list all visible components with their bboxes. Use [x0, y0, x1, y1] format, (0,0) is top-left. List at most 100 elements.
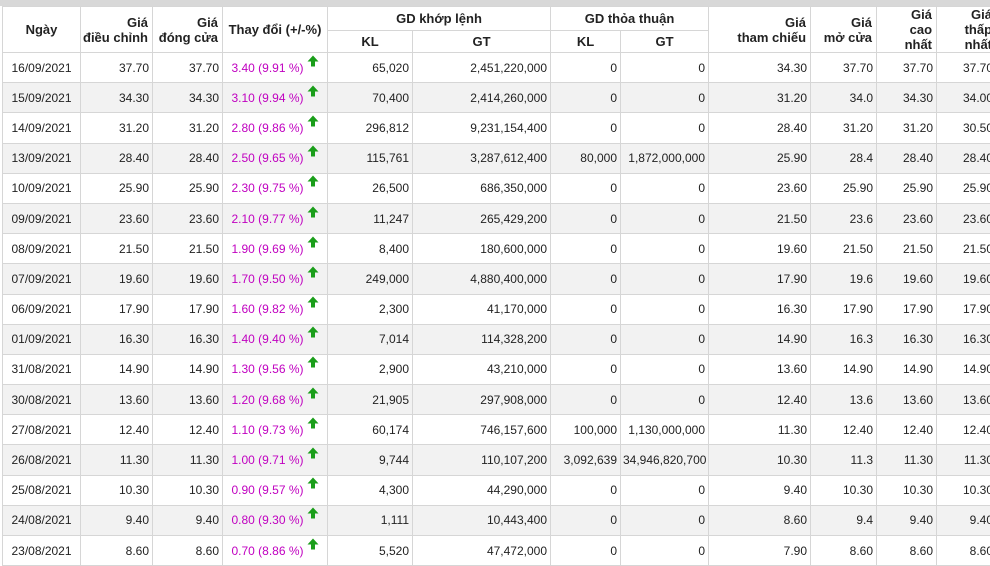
- adjusted-price-cell: 13.60: [81, 385, 153, 415]
- table-body: 16/09/202137.7037.703.40 (9.91 %)65,0202…: [3, 53, 990, 566]
- date-cell: 13/09/2021: [3, 143, 81, 173]
- header-close-price[interactable]: Giáđóng cửa: [153, 7, 223, 53]
- negotiated-volume-cell: 0: [551, 173, 621, 203]
- negotiated-volume-cell: 0: [551, 83, 621, 113]
- matched-value-cell: 297,908,000: [413, 385, 551, 415]
- change-value: 1.90 (9.69 %): [231, 242, 303, 256]
- header-matched-trades: GD khớp lệnh: [328, 7, 551, 31]
- open-price-cell: 17.90: [811, 294, 877, 324]
- table-row: 09/09/202123.6023.602.10 (9.77 %)11,2472…: [3, 203, 990, 233]
- matched-value-cell: 180,600,000: [413, 234, 551, 264]
- reference-price-cell: 10.30: [709, 445, 811, 475]
- negotiated-volume-cell: 0: [551, 113, 621, 143]
- header-negotiated-trades: GD thỏa thuận: [551, 7, 709, 31]
- change-cell: 3.40 (9.91 %): [223, 53, 328, 83]
- green-up-arrow-icon: [307, 356, 319, 368]
- matched-volume-cell: 296,812: [328, 113, 413, 143]
- low-price-cell: 28.40: [937, 143, 990, 173]
- change-cell: 1.90 (9.69 %): [223, 234, 328, 264]
- header-matched-value[interactable]: GT: [413, 30, 551, 52]
- negotiated-value-cell: 0: [621, 294, 709, 324]
- negotiated-volume-cell: 0: [551, 294, 621, 324]
- open-price-cell: 14.90: [811, 354, 877, 384]
- green-up-arrow-icon: [307, 326, 319, 338]
- header-change[interactable]: Thay đổi (+/-%): [223, 7, 328, 53]
- high-price-cell: 21.50: [877, 234, 937, 264]
- close-price-cell: 37.70: [153, 53, 223, 83]
- change-value: 1.10 (9.73 %): [231, 423, 303, 437]
- matched-value-cell: 44,290,000: [413, 475, 551, 505]
- matched-volume-cell: 70,400: [328, 83, 413, 113]
- header-adjusted-price[interactable]: Giáđiều chỉnh: [81, 7, 153, 53]
- green-up-arrow-icon: [307, 387, 319, 399]
- matched-volume-cell: 2,300: [328, 294, 413, 324]
- low-price-cell: 13.60: [937, 385, 990, 415]
- header-high-price[interactable]: Giácao nhất: [877, 7, 937, 53]
- open-price-cell: 23.6: [811, 203, 877, 233]
- high-price-cell: 17.90: [877, 294, 937, 324]
- table-row: 14/09/202131.2031.202.80 (9.86 %)296,812…: [3, 113, 990, 143]
- close-price-cell: 11.30: [153, 445, 223, 475]
- matched-volume-cell: 26,500: [328, 173, 413, 203]
- header-matched-volume[interactable]: KL: [328, 30, 413, 52]
- matched-value-cell: 41,170,000: [413, 294, 551, 324]
- close-price-cell: 16.30: [153, 324, 223, 354]
- low-price-cell: 34.00: [937, 83, 990, 113]
- low-price-cell: 11.30: [937, 445, 990, 475]
- close-price-cell: 10.30: [153, 475, 223, 505]
- negotiated-volume-cell: 0: [551, 354, 621, 384]
- reference-price-cell: 25.90: [709, 143, 811, 173]
- change-value: 3.40 (9.91 %): [231, 61, 303, 75]
- adjusted-price-cell: 9.40: [81, 505, 153, 535]
- adjusted-price-cell: 31.20: [81, 113, 153, 143]
- matched-value-cell: 746,157,600: [413, 415, 551, 445]
- negotiated-volume-cell: 0: [551, 536, 621, 566]
- change-value: 2.30 (9.75 %): [231, 181, 303, 195]
- reference-price-cell: 34.30: [709, 53, 811, 83]
- change-value: 1.60 (9.82 %): [231, 302, 303, 316]
- matched-value-cell: 47,472,000: [413, 536, 551, 566]
- change-value: 1.40 (9.40 %): [231, 332, 303, 346]
- negotiated-volume-cell: 80,000: [551, 143, 621, 173]
- low-price-cell: 10.30: [937, 475, 990, 505]
- header-low-price[interactable]: Giáthấp nhất: [937, 7, 990, 53]
- header-open-price[interactable]: Giámở cửa: [811, 7, 877, 53]
- negotiated-volume-cell: 0: [551, 234, 621, 264]
- date-cell: 25/08/2021: [3, 475, 81, 505]
- high-price-cell: 13.60: [877, 385, 937, 415]
- close-price-cell: 9.40: [153, 505, 223, 535]
- negotiated-volume-cell: 0: [551, 505, 621, 535]
- low-price-cell: 17.90: [937, 294, 990, 324]
- header-reference-price[interactable]: Giátham chiếu: [709, 7, 811, 53]
- table-row: 13/09/202128.4028.402.50 (9.65 %)115,761…: [3, 143, 990, 173]
- date-cell: 09/09/2021: [3, 203, 81, 233]
- low-price-cell: 16.30: [937, 324, 990, 354]
- high-price-cell: 10.30: [877, 475, 937, 505]
- date-cell: 07/09/2021: [3, 264, 81, 294]
- date-cell: 31/08/2021: [3, 354, 81, 384]
- negotiated-volume-cell: 0: [551, 53, 621, 83]
- change-value: 0.70 (8.86 %): [231, 544, 303, 558]
- low-price-cell: 9.40: [937, 505, 990, 535]
- table-row: 23/08/20218.608.600.70 (8.86 %)5,52047,4…: [3, 536, 990, 566]
- reference-price-cell: 11.30: [709, 415, 811, 445]
- change-cell: 1.60 (9.82 %): [223, 294, 328, 324]
- matched-value-cell: 686,350,000: [413, 173, 551, 203]
- change-value: 2.50 (9.65 %): [231, 151, 303, 165]
- header-negotiated-volume[interactable]: KL: [551, 30, 621, 52]
- close-price-cell: 17.90: [153, 294, 223, 324]
- negotiated-volume-cell: 0: [551, 203, 621, 233]
- open-price-cell: 8.60: [811, 536, 877, 566]
- header-negotiated-value[interactable]: GT: [621, 30, 709, 52]
- adjusted-price-cell: 19.60: [81, 264, 153, 294]
- table-row: 01/09/202116.3016.301.40 (9.40 %)7,01411…: [3, 324, 990, 354]
- header-date[interactable]: Ngày: [3, 7, 81, 53]
- matched-value-cell: 265,429,200: [413, 203, 551, 233]
- negotiated-value-cell: 1,130,000,000: [621, 415, 709, 445]
- change-cell: 0.90 (9.57 %): [223, 475, 328, 505]
- change-cell: 1.10 (9.73 %): [223, 415, 328, 445]
- adjusted-price-cell: 17.90: [81, 294, 153, 324]
- green-up-arrow-icon: [307, 175, 319, 187]
- low-price-cell: 12.40: [937, 415, 990, 445]
- table-row: 30/08/202113.6013.601.20 (9.68 %)21,9052…: [3, 385, 990, 415]
